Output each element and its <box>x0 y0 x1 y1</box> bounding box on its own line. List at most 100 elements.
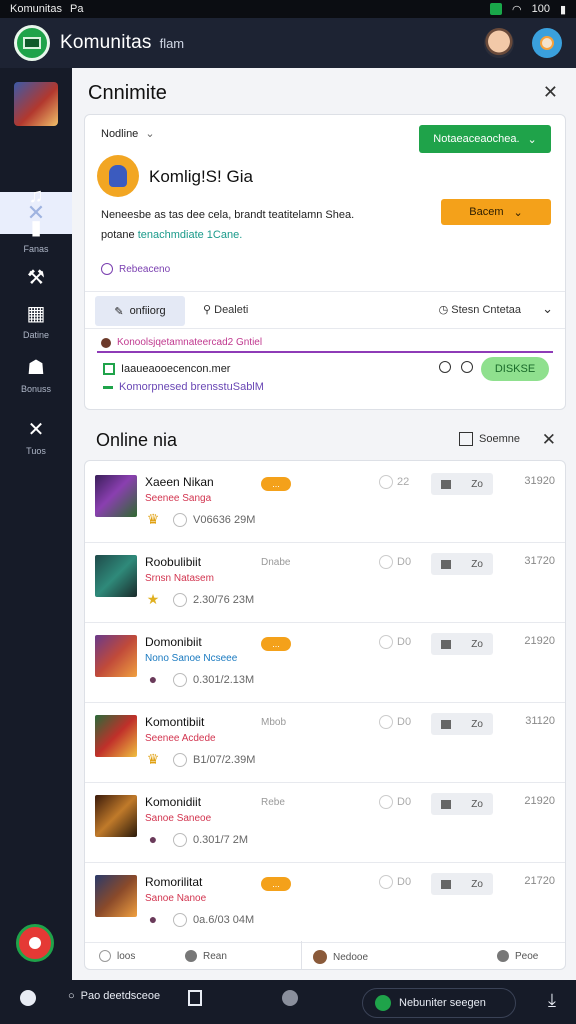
gear-icon <box>282 990 298 1006</box>
list-item[interactable]: Komontibiit Mbob Seenee Acdede ♛ B1/07/2.39M… <box>85 701 565 783</box>
status-right: ◠ 100 ▮ <box>489 3 566 16</box>
desc-link[interactable]: tenachmdiate 1Cane. <box>138 229 243 241</box>
avatar-icon: ● <box>148 831 158 847</box>
bookmark-icon <box>441 719 452 729</box>
crown-icon: ♛ <box>146 511 160 527</box>
item-subtitle: Sanoe Saneoe <box>145 813 212 824</box>
edit-icon: ✎ <box>114 305 124 318</box>
rail-label: Fanas <box>23 244 49 254</box>
item-action-button[interactable]: Zo <box>431 713 493 735</box>
list-item[interactable]: Komonidiit Rebe Sanoe Saneoe ● 0.301/7 2M D0 Z… <box>85 781 565 863</box>
clock-icons <box>439 361 473 373</box>
app-notification-icon <box>489 3 502 15</box>
item-action-button[interactable]: Zo <box>431 473 493 495</box>
chevron-down-icon[interactable]: ⌄ <box>542 301 553 317</box>
item-value: 31920 <box>524 475 555 487</box>
checkbox[interactable] <box>103 363 115 375</box>
item-action-button[interactable]: Zo <box>431 553 493 575</box>
item-meta-text: 0a.6/03 04M <box>193 914 255 926</box>
avatar <box>313 950 327 964</box>
community-thumbnail[interactable] <box>14 82 58 126</box>
list-item[interactable]: Roobulibiit Dnabe Srnsn Natasem ★ 2.30/76 23… <box>85 541 565 623</box>
member-chip[interactable]: Konoolsjqetamnateercad2 Gntiel <box>101 337 262 348</box>
item-action-button[interactable]: Zo <box>431 633 493 655</box>
info-icon <box>101 263 113 275</box>
secondary-button[interactable]: Bacem ⌄ <box>441 199 551 225</box>
tab-right[interactable]: ◷ Stesn Cntetaa <box>439 303 521 316</box>
rail-item-music[interactable]: ♫ <box>0 186 72 212</box>
item-subtitle: Srnsn Natasem <box>145 573 214 584</box>
tab-second[interactable]: ⚲ Dealeti <box>203 303 248 316</box>
close-icon[interactable]: ✕ <box>543 82 558 103</box>
tab-active[interactable]: ✎ onfiiorg <box>95 296 185 326</box>
settings-button[interactable] <box>282 990 298 1006</box>
footer-item-4[interactable]: Peoe <box>497 950 538 962</box>
option-row[interactable]: Iaaueaooecencon.mer <box>103 363 230 375</box>
item-meta: 0.301/7 2M <box>173 833 248 847</box>
item-action-label: Zo <box>471 798 483 810</box>
primary-button-label: Notaeaceaochea. <box>433 133 520 145</box>
item-action-button[interactable]: Zo <box>431 873 493 895</box>
status-badge: ... <box>261 477 291 491</box>
rail-item-fanas[interactable]: ▮ Fanas <box>0 218 72 254</box>
primary-button[interactable]: Notaeaceaochea. ⌄ <box>419 125 551 153</box>
footer-item-2[interactable]: Rean <box>185 950 227 962</box>
filter-select[interactable]: Nodline ⌄ <box>101 127 155 140</box>
item-tag: Rebe <box>261 797 285 808</box>
option-row-secondary[interactable]: Komorpnesed brensstuSablM <box>103 381 264 393</box>
divider <box>97 351 553 353</box>
view-icon <box>379 715 393 729</box>
desc-prefix: potane <box>101 229 138 241</box>
home-button[interactable] <box>20 990 36 1006</box>
footer-item-1[interactable]: loos <box>99 950 135 962</box>
section-title: Online nia <box>96 430 178 450</box>
app-logo-icon[interactable] <box>14 25 50 61</box>
footer-item-3[interactable]: Nedooe <box>313 950 368 964</box>
download-icon[interactable]: ⤓ <box>548 990 556 1011</box>
bottom-nav-item[interactable]: ○ Pao deetdsceoe <box>68 990 160 1002</box>
user-avatar[interactable] <box>484 28 514 58</box>
item-meta-text: V06636 29M <box>193 514 256 526</box>
item-count-text: D0 <box>397 796 412 808</box>
bottom-nav-label: Pao deetdsceoe <box>80 990 161 1002</box>
item-name: Komontibiit <box>145 715 205 729</box>
item-name: Xaeen Nikan <box>145 475 214 489</box>
group-avatar <box>97 155 139 197</box>
view-icon <box>379 555 393 569</box>
bookmark-icon <box>441 639 452 649</box>
ghost-icon: ☗ <box>27 357 45 379</box>
status-indicator[interactable]: Nebuniter seegen <box>362 988 516 1018</box>
dash-icon <box>103 385 113 389</box>
rail-item-tool[interactable]: ⚒ <box>0 268 72 294</box>
clock-icon <box>173 593 187 607</box>
list-item[interactable]: Domonibiit... Nono Sanoe Ncseee ● 0.301/2.1… <box>85 621 565 703</box>
divider <box>301 941 302 969</box>
view-icon <box>379 475 393 489</box>
search-icon: ○ <box>68 990 75 1002</box>
item-count: D0 <box>379 635 411 649</box>
view-icon <box>379 875 393 889</box>
item-meta-text: 0.301/2.13M <box>193 674 255 686</box>
battery-icon: ▮ <box>559 3 566 16</box>
profile-avatar[interactable] <box>532 28 562 58</box>
game-thumbnail <box>95 555 137 597</box>
list-item[interactable]: Romorilitat... Sanoe Nanoe ● 0a.6/03 04M D0 Z… <box>85 861 565 943</box>
tab-second-label: Dealeti <box>214 304 249 316</box>
item-action-button[interactable]: Zo <box>431 793 493 815</box>
section-action[interactable]: Soemne <box>459 432 520 446</box>
record-button[interactable] <box>16 924 54 962</box>
item-name: Roobulibiit <box>145 555 202 569</box>
document-button[interactable] <box>188 990 202 1006</box>
pill-button[interactable]: DISKSE <box>481 357 549 381</box>
status-left-2: Pa <box>69 3 84 15</box>
community-card: Nodline ⌄ Notaeaceaochea. ⌄ Komlig!S! Gi… <box>84 114 566 410</box>
close-icon[interactable]: ✕ <box>542 430 556 450</box>
list-footer: loos Rean Nedooe Peoe <box>85 941 565 969</box>
clock-icon <box>173 513 187 527</box>
rail-item-bonuss[interactable]: ☗ Bonuss <box>0 358 72 394</box>
rail-item-tuos[interactable]: ✕ Tuos <box>0 420 72 456</box>
star-icon: ★ <box>146 591 160 607</box>
item-count: D0 <box>379 875 411 889</box>
list-item[interactable]: Xaeen Nikan... Seenee Sanga ♛ V06636 29M 22 Z… <box>85 461 565 543</box>
rail-item-datine[interactable]: ▦ Datine <box>0 304 72 340</box>
